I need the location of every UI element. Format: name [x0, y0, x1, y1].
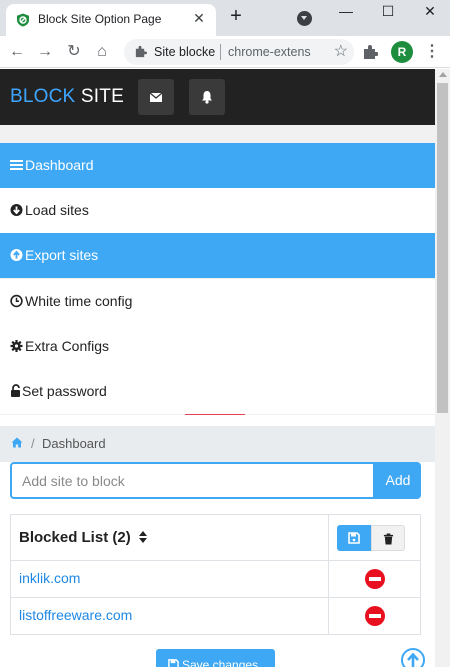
tab-title: Block Site Option Page: [38, 12, 162, 26]
gear-icon: [10, 340, 23, 352]
sidebar-item-load-sites[interactable]: Load sites: [0, 188, 435, 233]
table-header-row: Blocked List (2): [9, 514, 421, 561]
sidebar-item-extra-configs[interactable]: Extra Configs: [0, 324, 435, 369]
remove-cell: [328, 597, 421, 635]
table-row: listoffreeware.com: [9, 597, 421, 635]
breadcrumb-current: Dashboard: [42, 436, 106, 451]
scroll-to-top-button[interactable]: [401, 648, 425, 667]
arrow-up-icon: [407, 652, 419, 667]
forward-button[interactable]: →: [34, 41, 56, 63]
bell-icon: [202, 91, 212, 104]
puzzle-icon: [135, 45, 147, 58]
blocked-site-link[interactable]: inklik.com: [11, 570, 80, 586]
bookmark-star-icon[interactable]: ☆: [334, 42, 348, 62]
new-tab-button[interactable]: +: [226, 6, 246, 26]
address-site-name: Site blocke: [154, 45, 216, 59]
extensions-puzzle-icon[interactable]: [362, 44, 378, 60]
shield-favicon-icon: [17, 13, 29, 27]
back-button[interactable]: ←: [6, 41, 28, 63]
floppy-disk-icon: [348, 531, 360, 544]
sidebar-item-label: White time config: [25, 293, 133, 309]
save-changes-button[interactable]: Save changes: [156, 649, 275, 667]
remove-circle-icon[interactable]: [364, 569, 385, 589]
address-bar[interactable]: Site blocke chrome-extens ☆: [124, 39, 354, 65]
save-changes-label: Save changes: [182, 658, 259, 667]
notifications-button[interactable]: [189, 79, 225, 115]
home-button[interactable]: ⌂: [91, 41, 113, 63]
list-actions-group: [337, 524, 406, 551]
breadcrumb-separator: /: [31, 436, 35, 451]
save-list-button[interactable]: [337, 524, 372, 551]
clear-list-button[interactable]: [371, 524, 406, 551]
list-icon: [10, 160, 23, 170]
profile-avatar[interactable]: R: [391, 41, 413, 63]
sidebar-item-export-sites[interactable]: Export sites: [0, 233, 435, 278]
add-site-form: Add: [10, 462, 421, 499]
add-site-button[interactable]: Add: [375, 462, 421, 499]
browser-tab[interactable]: Block Site Option Page ✕: [6, 4, 216, 36]
add-site-input[interactable]: [10, 462, 375, 499]
sidebar-nav: Dashboard Load sites Export sites White …: [0, 125, 435, 415]
sidebar-item-dashboard[interactable]: Dashboard: [0, 143, 435, 188]
window-close-button[interactable]: ✕: [418, 2, 442, 20]
blocked-list-title: Blocked List (2): [19, 528, 131, 546]
home-icon[interactable]: [11, 437, 23, 448]
sidebar-item-set-password[interactable]: Set password: [0, 369, 435, 414]
tab-search-icon[interactable]: [297, 11, 312, 26]
address-separator: [220, 44, 221, 60]
maximize-button[interactable]: ☐: [376, 2, 400, 20]
page-scrollbar[interactable]: [435, 69, 450, 667]
brand-part-site: SITE: [80, 86, 124, 107]
browser-tabstrip: Block Site Option Page ✕ + — ☐ ✕: [0, 0, 450, 36]
sidebar-item-label: Extra Configs: [25, 338, 110, 354]
sidebar-item-label: Load sites: [25, 202, 89, 218]
sidebar-item-label: Dashboard: [25, 157, 94, 173]
brand-part-block: BLOCK: [10, 86, 76, 107]
arrow-circle-up-icon: [10, 249, 23, 261]
address-url: chrome-extens: [228, 45, 311, 59]
browser-menu-icon[interactable]: ⋮: [424, 41, 440, 63]
table-header-cell: Blocked List (2): [9, 514, 330, 561]
blocked-site-link[interactable]: listoffreeware.com: [11, 607, 132, 623]
brand-logo[interactable]: BLOCK SITE: [10, 86, 124, 108]
sidebar-item-white-time-config[interactable]: White time config: [0, 279, 435, 324]
sidebar-item-label: Set password: [22, 383, 107, 399]
browser-toolbar: ← → ↻ ⌂ Site blocke chrome-extens ☆ R ⋮: [0, 36, 450, 68]
table-row: inklik.com: [9, 560, 421, 598]
messages-button[interactable]: [138, 79, 174, 115]
sort-icon[interactable]: [139, 531, 148, 544]
reload-button[interactable]: ↻: [63, 41, 85, 63]
clock-icon: [10, 294, 23, 308]
scroll-up-arrow-icon[interactable]: [439, 72, 447, 77]
arrow-circle-down-icon: [10, 204, 23, 216]
page-viewport: BLOCK SITE Dashboard Load sites Export s…: [0, 69, 435, 667]
sidebar-item-label: Export sites: [25, 247, 99, 263]
site-cell: inklik.com: [9, 560, 330, 598]
envelope-icon: [149, 92, 163, 102]
floppy-disk-icon: [168, 659, 179, 667]
table-actions-cell: [328, 514, 421, 561]
tab-close-icon[interactable]: ✕: [190, 9, 208, 27]
scrollbar-thumb[interactable]: [437, 83, 448, 413]
site-header: BLOCK SITE: [0, 69, 435, 125]
blocked-list-table: Blocked List (2) inklik.com listoffreewa…: [9, 514, 421, 635]
breadcrumb: / Dashboard: [0, 426, 435, 462]
remove-cell: [328, 560, 421, 598]
site-cell: listoffreeware.com: [9, 597, 330, 635]
remove-circle-icon[interactable]: [364, 606, 385, 626]
minimize-button[interactable]: —: [334, 2, 358, 20]
trash-icon: [383, 533, 394, 544]
